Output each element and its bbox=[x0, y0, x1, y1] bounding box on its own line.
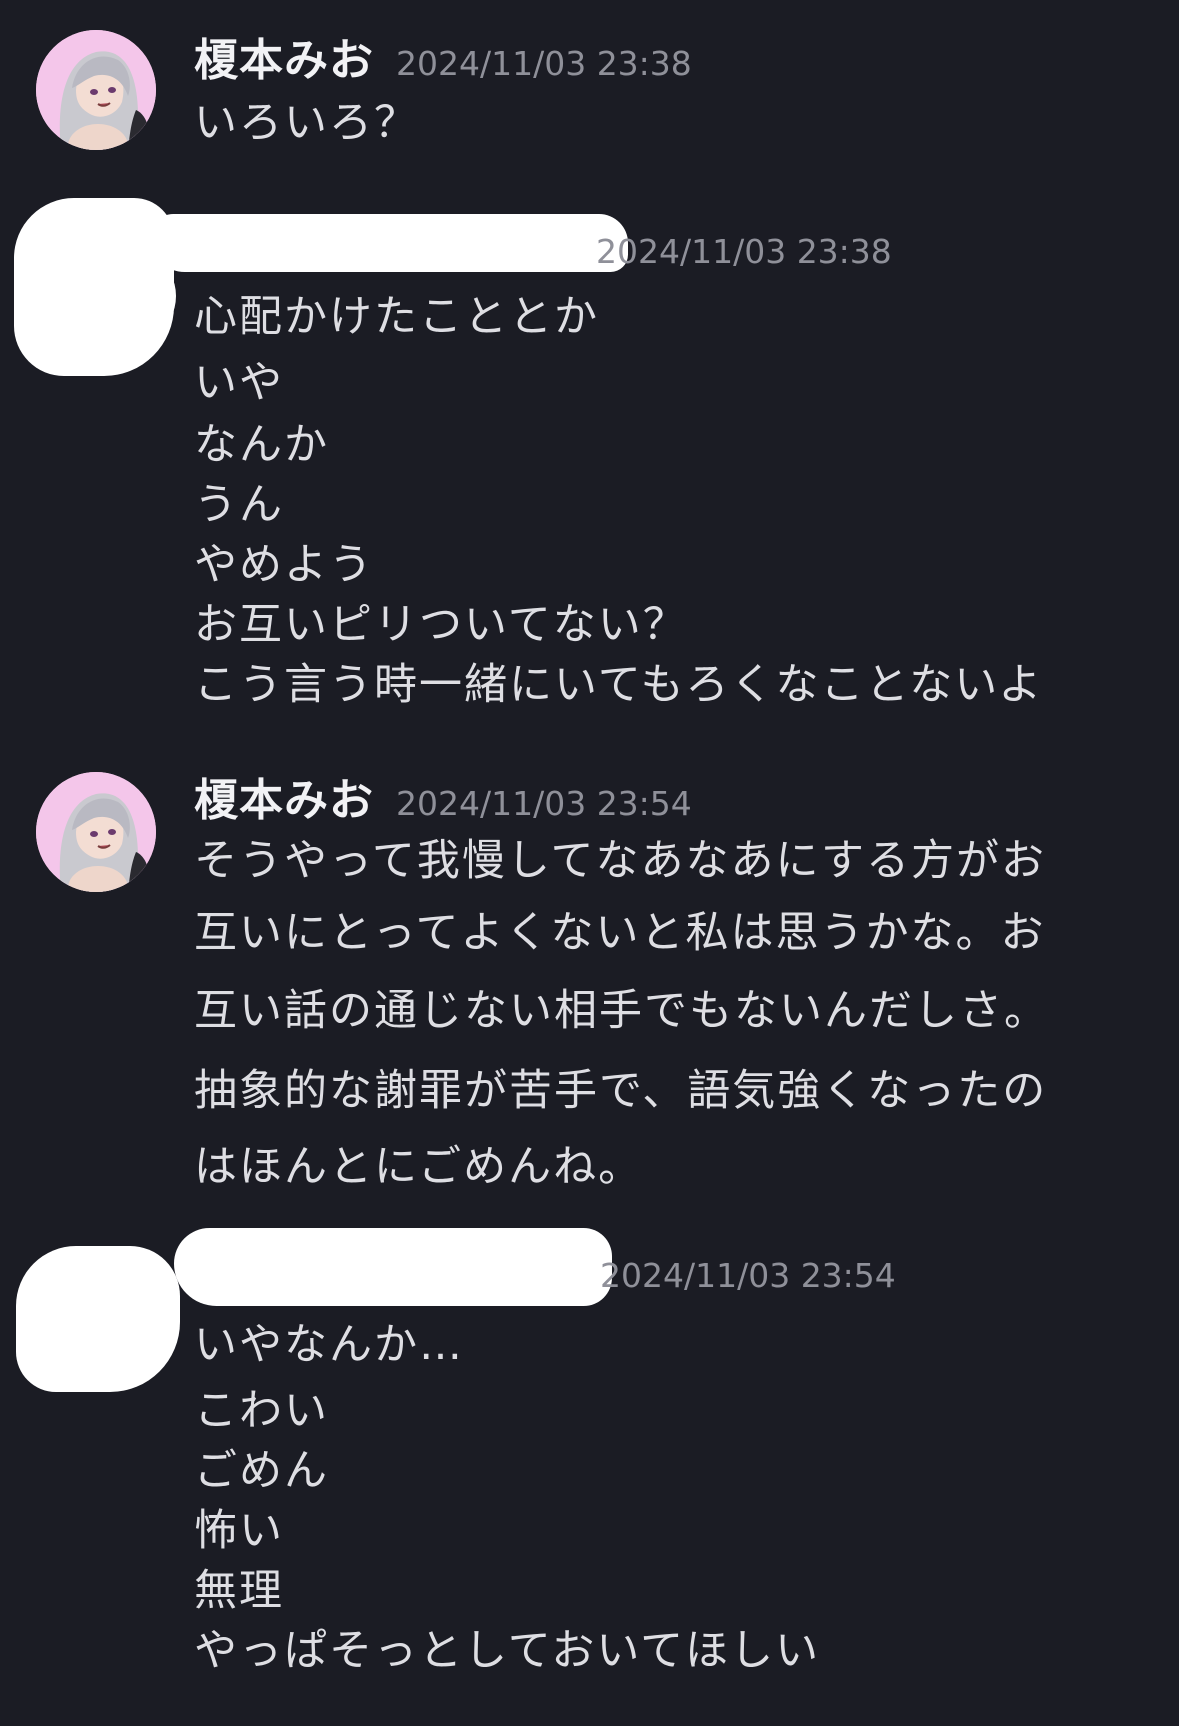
message-line: いろいろ？ bbox=[194, 98, 419, 148]
message-line: ごめん bbox=[194, 1446, 329, 1496]
redacted-username bbox=[174, 1228, 612, 1306]
redacted-avatar bbox=[28, 1266, 178, 1386]
message-line: いや bbox=[194, 358, 284, 408]
message-header: 榎本みお 2024/11/03 23:38 bbox=[194, 24, 692, 88]
message-line: いやなんか… bbox=[194, 1320, 464, 1370]
message-line: こわい bbox=[194, 1386, 329, 1436]
message-line: お互いピリついてない？ bbox=[194, 600, 688, 650]
anime-girl-avatar-icon[interactable] bbox=[36, 772, 156, 892]
message-line: はほんとにごめんね。 bbox=[194, 1142, 644, 1192]
timestamp: 2024/11/03 23:38 bbox=[596, 232, 892, 271]
message-line: なんか bbox=[194, 420, 329, 470]
message-line: 抽象的な謝罪が苦手で、語気強くなったの bbox=[194, 1066, 1048, 1116]
message-line: やっぱそっとしておいてほしい bbox=[194, 1626, 821, 1676]
username[interactable]: 榎本みお bbox=[194, 775, 374, 826]
message-line: 心配かけたこととか bbox=[194, 292, 599, 342]
username[interactable]: 榎本みお bbox=[194, 35, 374, 86]
timestamp: 2024/11/03 23:54 bbox=[396, 784, 692, 823]
message-line: こう言う時一緒にいてもろくなことないよ bbox=[194, 660, 1044, 710]
message-line: 互い話の通じない相手でもないんだしさ。 bbox=[194, 986, 1049, 1036]
timestamp: 2024/11/03 23:54 bbox=[600, 1256, 896, 1295]
timestamp: 2024/11/03 23:38 bbox=[396, 44, 692, 83]
message-line: そうやって我慢してなあなあにする方がお bbox=[194, 836, 1046, 886]
message-line: やめよう bbox=[194, 540, 374, 590]
anime-girl-avatar-icon[interactable] bbox=[36, 30, 156, 150]
message-line: 怖い bbox=[194, 1506, 284, 1556]
message-line: うん bbox=[194, 480, 284, 530]
message-line: 互いにとってよくないと私は思うかな。お bbox=[194, 908, 1046, 958]
redacted-username bbox=[150, 214, 628, 272]
message-header: 榎本みお 2024/11/03 23:54 bbox=[194, 764, 692, 828]
message-line: 無理 bbox=[194, 1566, 284, 1616]
